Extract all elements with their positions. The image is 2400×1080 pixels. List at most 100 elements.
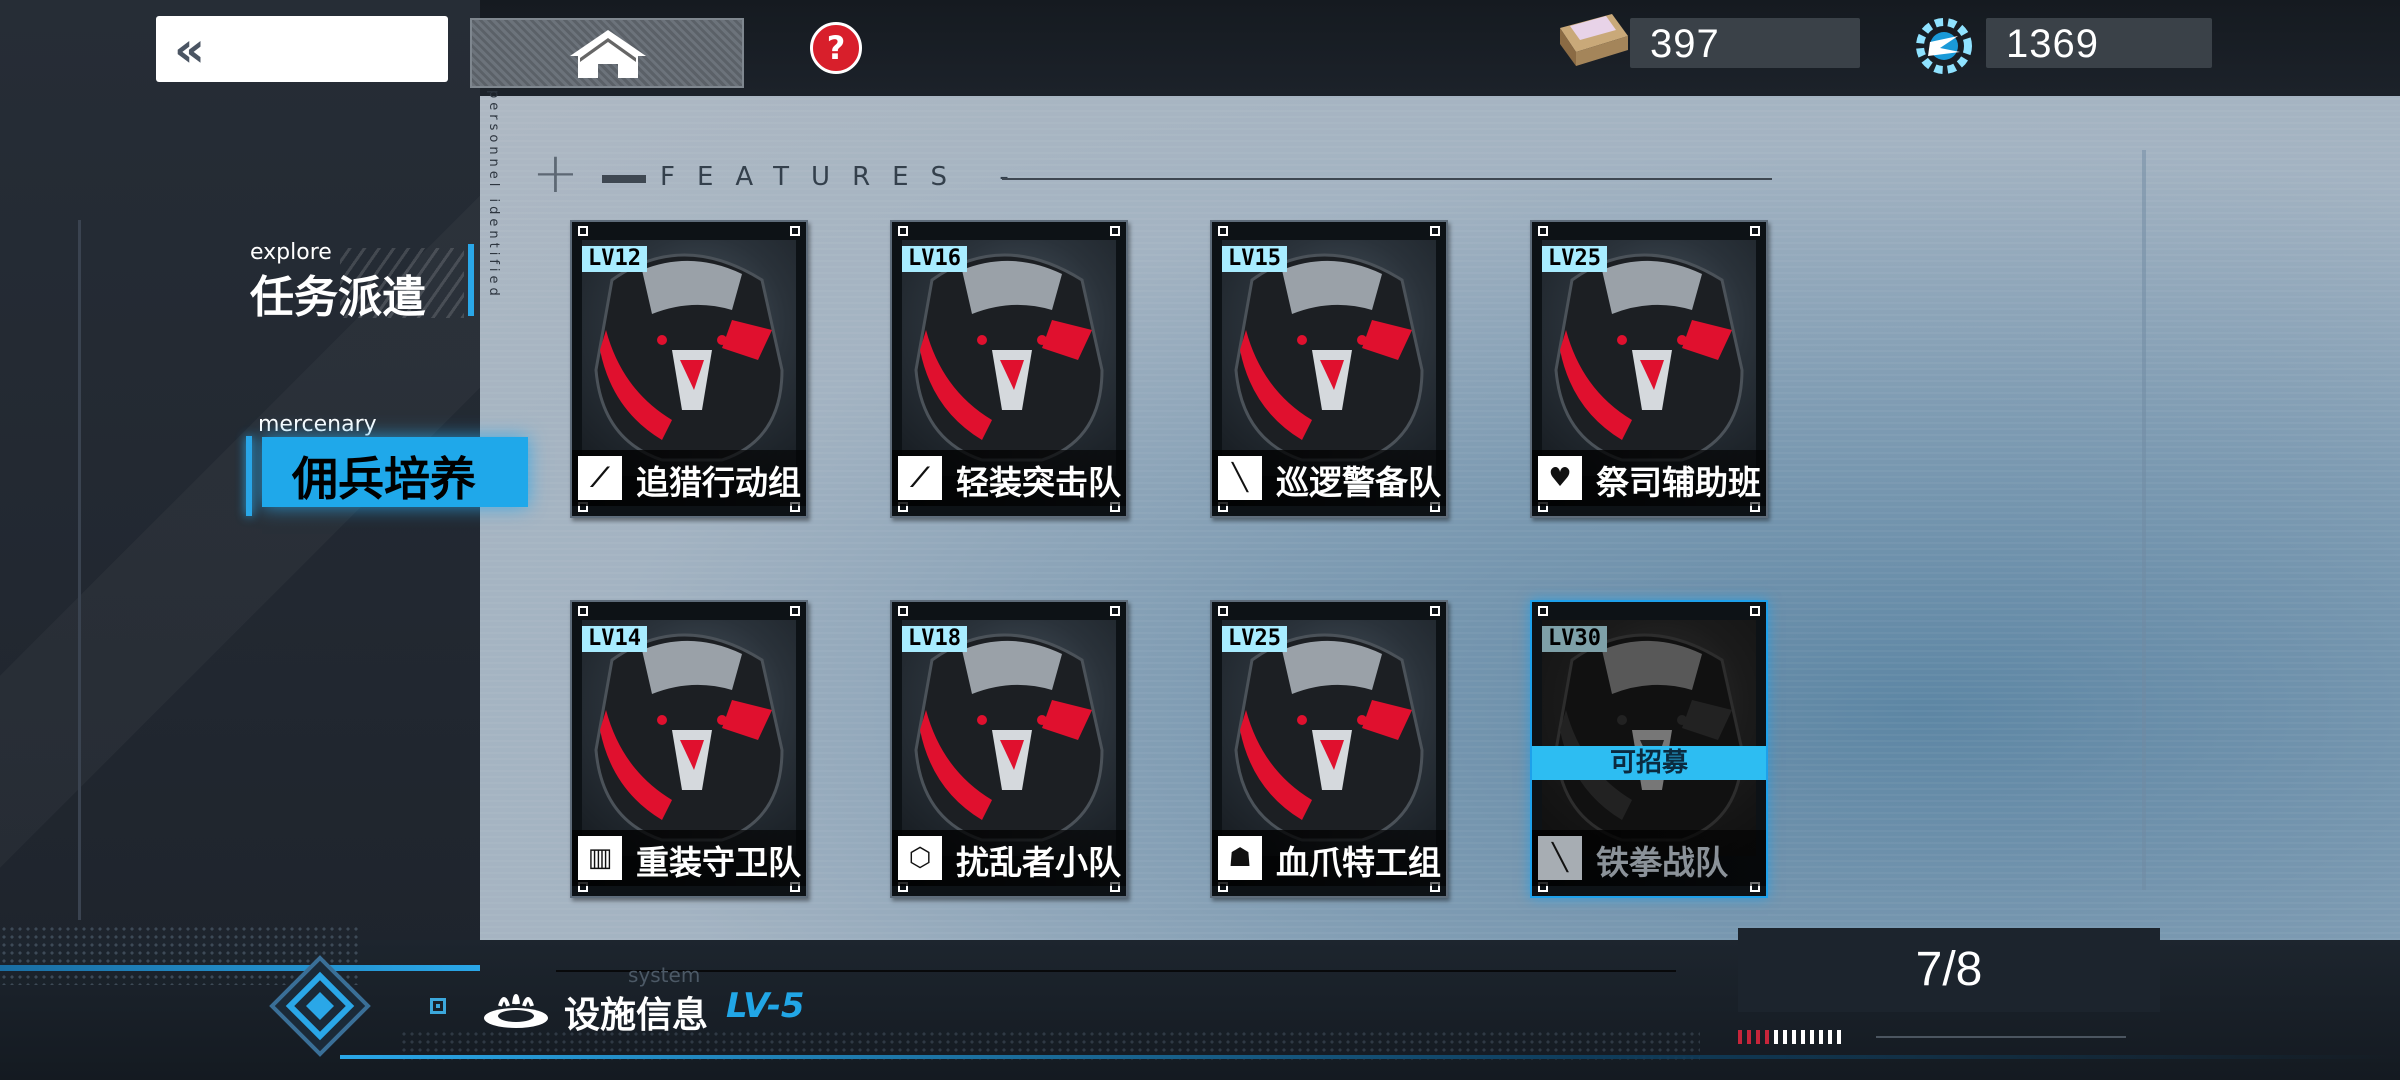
- mech-portrait: [582, 620, 796, 856]
- menu-mercenary-label: 佣兵培养: [292, 452, 476, 506]
- card-corner-decoration: [898, 606, 908, 616]
- card-name-bar: ⟋ 轻装突击队: [892, 450, 1126, 506]
- mask-icon: ☗: [1218, 836, 1262, 880]
- double-chevron-left-icon: «: [174, 22, 205, 78]
- features-title: FEATURES -: [660, 162, 1031, 192]
- slash-icon: ╲: [1218, 456, 1262, 500]
- blue-streak-decoration: [0, 965, 480, 971]
- level-badge: LV30: [1542, 626, 1607, 652]
- chest-icon: [1556, 6, 1630, 70]
- card-corner-decoration: [1218, 226, 1228, 236]
- home-icon: [570, 30, 646, 78]
- divider-line: [556, 970, 1676, 972]
- squad-name: 扰乱者小队: [956, 843, 1121, 882]
- back-button[interactable]: «: [156, 16, 448, 82]
- recruitable-badge: 可招募: [1532, 746, 1766, 780]
- menu-mercenary-indicator: [246, 436, 252, 516]
- squad-name: 巡逻警备队: [1276, 463, 1441, 502]
- level-badge: LV12: [582, 246, 647, 272]
- squad-name: 祭司辅助班: [1596, 463, 1761, 502]
- card-corner-decoration: [1750, 226, 1760, 236]
- slash-icon: ╲: [1538, 836, 1582, 880]
- mech-portrait: [1542, 620, 1756, 856]
- menu-item-explore[interactable]: explore 任务派遣: [250, 240, 474, 325]
- card-corner-decoration: [1110, 226, 1120, 236]
- claw-icon: ⟋: [898, 456, 942, 500]
- energy-counter: 1369: [1986, 18, 2212, 68]
- stripe-decoration: [340, 248, 464, 318]
- squad-name: 追猎行动组: [636, 463, 801, 502]
- mercenary-card[interactable]: LV16 ⟋ 轻装突击队: [890, 220, 1128, 518]
- card-corner-decoration: [578, 226, 588, 236]
- card-corner-decoration: [790, 226, 800, 236]
- features-header: + FEATURES -: [532, 140, 1772, 202]
- mercenary-card[interactable]: LV15 ╲ 巡逻警备队: [1210, 220, 1448, 518]
- level-badge: LV15: [1222, 246, 1287, 272]
- mech-portrait: [1222, 620, 1436, 856]
- header-line: [1002, 178, 1772, 180]
- mercenary-card[interactable]: LV25 ☗ 血爪特工组: [1210, 600, 1448, 898]
- energy-count: 1369: [2006, 22, 2099, 66]
- level-badge: LV25: [1222, 626, 1287, 652]
- card-name-bar: ╲ 铁拳战队: [1532, 830, 1766, 886]
- menu-mercenary-en-label: mercenary: [258, 412, 377, 437]
- mech-portrait: [902, 620, 1116, 856]
- system-label: system: [628, 963, 701, 987]
- mech-portrait: [902, 240, 1116, 476]
- card-corner-decoration: [578, 606, 588, 616]
- square-dot-icon: [430, 998, 446, 1014]
- mercenary-card[interactable]: LV14 ▥ 重装守卫队: [570, 600, 808, 898]
- card-corner-decoration: [1218, 606, 1228, 616]
- facility-label: 设施信息: [564, 995, 709, 1036]
- progress-ticks: [1738, 1030, 1841, 1044]
- card-name-bar: ╲ 巡逻警备队: [1212, 450, 1446, 506]
- squad-name: 铁拳战队: [1596, 843, 1728, 882]
- hex-icon: ⬡: [898, 836, 942, 880]
- mercenary-count-box: 7/8: [1738, 928, 2160, 1012]
- mercenary-count: 7/8: [1915, 943, 1983, 996]
- mercenary-card[interactable]: LV25 ♥ 祭司辅助班: [1530, 220, 1768, 518]
- squad-name: 血爪特工组: [1276, 843, 1441, 882]
- card-corner-decoration: [898, 226, 908, 236]
- left-panel: [0, 0, 480, 1080]
- card-name-bar: ⬡ 扰乱者小队: [892, 830, 1126, 886]
- mech-portrait: [1542, 240, 1756, 476]
- mercenary-card[interactable]: LV12 ⟋ 追猎行动组: [570, 220, 808, 518]
- facility-diamond-icon[interactable]: [268, 954, 372, 1058]
- card-name-bar: ▥ 重装守卫队: [572, 830, 806, 886]
- mercenary-card[interactable]: LV30 可招募 ╲ 铁拳战队: [1530, 600, 1768, 898]
- chest-counter: 397: [1630, 18, 1860, 68]
- card-name-bar: ☗ 血爪特工组: [1212, 830, 1446, 886]
- card-corner-decoration: [1538, 226, 1548, 236]
- lotus-icon: [484, 994, 548, 1028]
- squad-name: 轻装突击队: [956, 463, 1121, 502]
- right-rail-decoration: [2142, 150, 2146, 890]
- card-name-bar: ⟋ 追猎行动组: [572, 450, 806, 506]
- card-corner-decoration: [1430, 606, 1440, 616]
- level-badge: LV16: [902, 246, 967, 272]
- menu-mercenary-selected-pill: 佣兵培养: [262, 437, 528, 507]
- card-corner-decoration: [1538, 606, 1548, 616]
- home-button[interactable]: [470, 18, 744, 88]
- mercenary-card[interactable]: LV18 ⬡ 扰乱者小队: [890, 600, 1128, 898]
- level-badge: LV14: [582, 626, 647, 652]
- card-corner-decoration: [1750, 606, 1760, 616]
- mech-portrait: [582, 240, 796, 476]
- menu-explore-indicator: [468, 244, 474, 316]
- card-corner-decoration: [1110, 606, 1120, 616]
- help-button[interactable]: ?: [810, 22, 862, 74]
- card-corner-decoration: [1430, 226, 1440, 236]
- dash-decoration: [602, 175, 646, 183]
- level-badge: LV18: [902, 626, 967, 652]
- heart-icon: ♥: [1538, 456, 1582, 500]
- progress-line: [1876, 1036, 2126, 1038]
- card-name-bar: ♥ 祭司辅助班: [1532, 450, 1766, 506]
- vertical-caption: personnel identified: [486, 90, 501, 300]
- claw-icon: ⟋: [578, 456, 622, 500]
- card-corner-decoration: [790, 606, 800, 616]
- chest-count: 397: [1650, 22, 1720, 66]
- level-badge: LV25: [1542, 246, 1607, 272]
- menu-item-mercenary[interactable]: mercenary 佣兵培养: [246, 412, 528, 516]
- squad-name: 重装守卫队: [636, 843, 801, 882]
- mech-portrait: [1222, 240, 1436, 476]
